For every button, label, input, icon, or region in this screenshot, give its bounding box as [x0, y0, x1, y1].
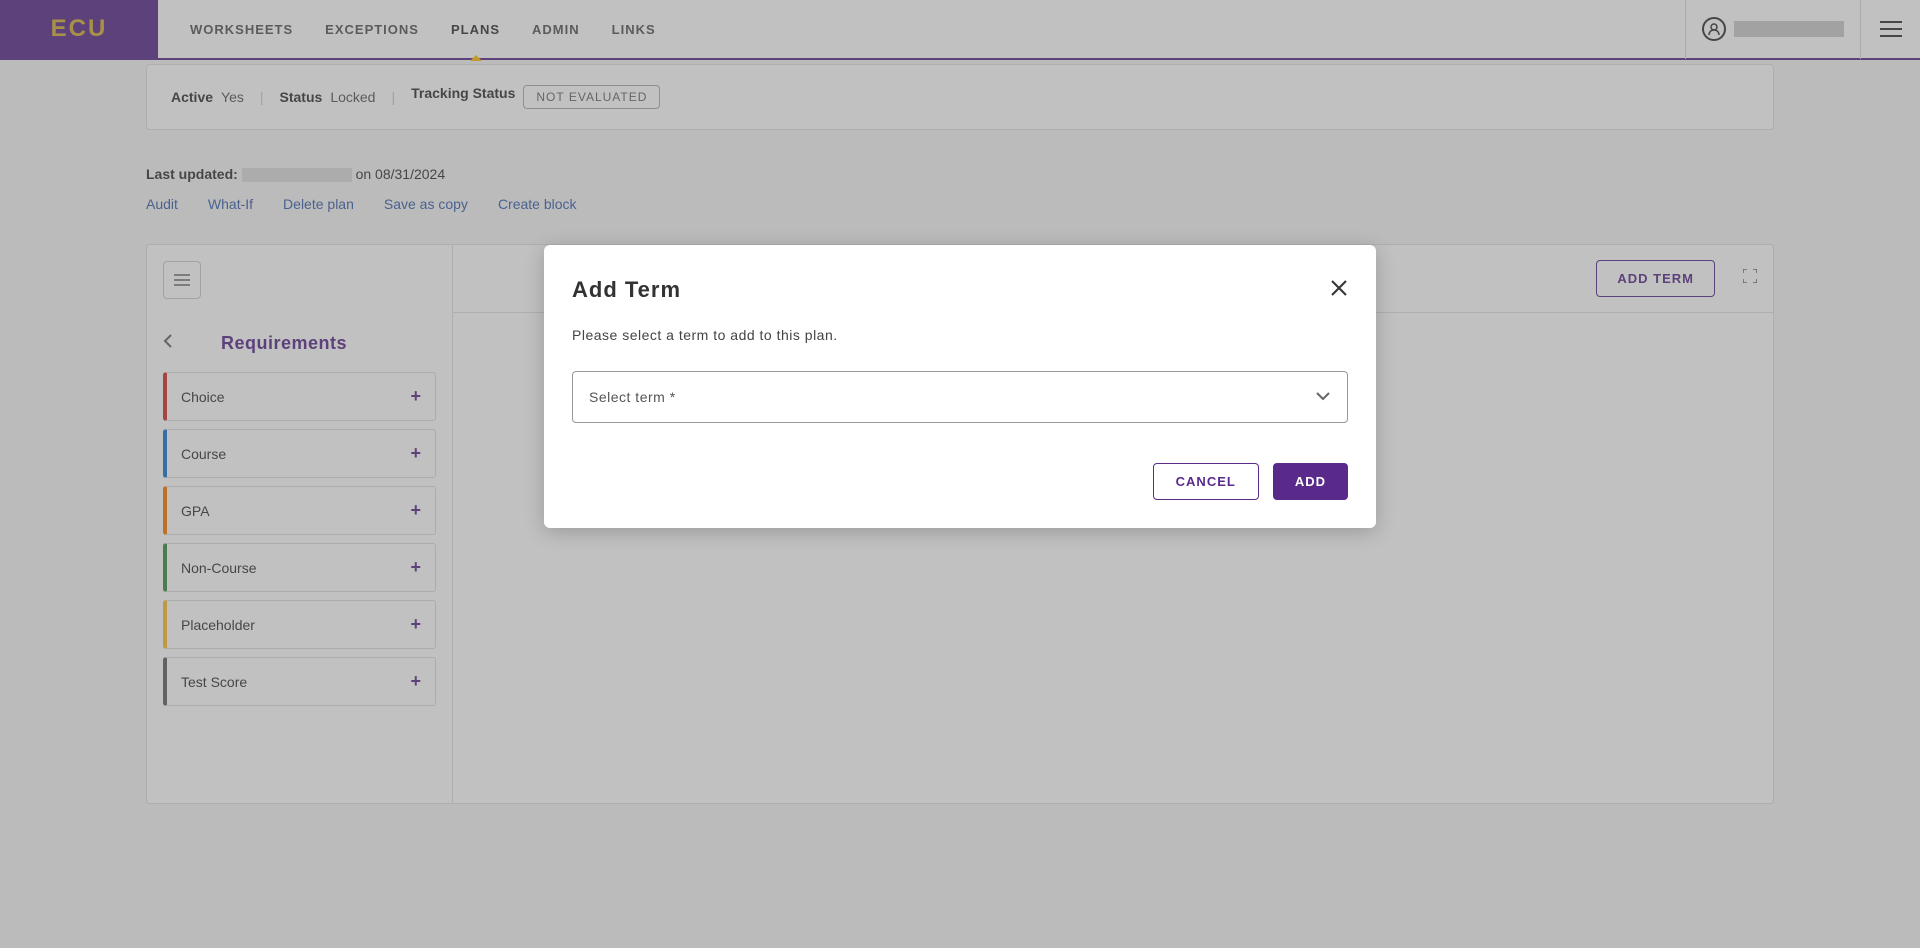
- select-placeholder: Select term *: [589, 389, 676, 405]
- add-button[interactable]: ADD: [1273, 463, 1348, 500]
- select-term-dropdown[interactable]: Select term *: [572, 371, 1348, 423]
- modal-footer: CANCEL ADD: [572, 463, 1348, 500]
- chevron-down-icon: [1315, 388, 1331, 406]
- close-icon[interactable]: [1330, 277, 1348, 303]
- cancel-button[interactable]: CANCEL: [1153, 463, 1259, 500]
- modal-subtitle: Please select a term to add to this plan…: [572, 327, 1348, 343]
- modal-overlay[interactable]: Add Term Please select a term to add to …: [0, 0, 1920, 948]
- modal-title: Add Term: [572, 277, 681, 303]
- add-term-modal: Add Term Please select a term to add to …: [544, 245, 1376, 528]
- modal-header: Add Term: [572, 277, 1348, 303]
